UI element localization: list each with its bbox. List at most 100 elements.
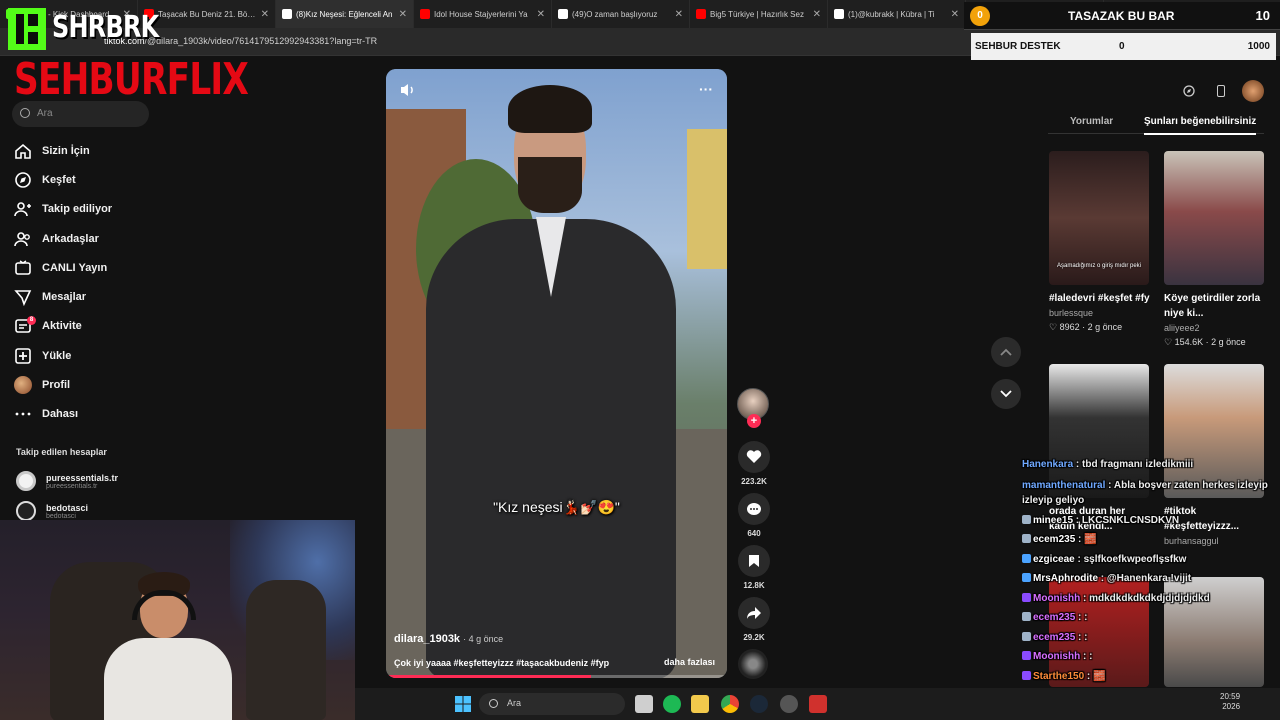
tab-favicon-icon — [420, 9, 430, 19]
windows-taskbar: Ara — [355, 688, 1280, 720]
chrome-icon[interactable] — [721, 695, 739, 713]
close-icon[interactable]: ✕ — [813, 9, 821, 20]
compass-icon[interactable] — [1178, 80, 1200, 102]
post-time: · 4 g önce — [463, 634, 504, 644]
share-button[interactable]: 29.2K — [737, 597, 771, 642]
browser-tab[interactable]: (1)@kubrakk | Kübra | Ti ✕ — [828, 0, 966, 28]
comment-button[interactable]: 640 — [737, 493, 771, 538]
profile-avatar — [14, 376, 32, 395]
music-disc-icon[interactable] — [738, 649, 768, 679]
sidebar-item[interactable]: Keşfet — [14, 165, 112, 194]
browser-tab[interactable]: (49)O zaman başlıyoruz ✕ — [552, 0, 690, 28]
chat-username: Moonishh — [1033, 592, 1081, 604]
windows-start-icon[interactable] — [455, 696, 471, 712]
creator-avatar[interactable]: + — [737, 388, 769, 428]
video-progress-bar[interactable] — [386, 675, 727, 678]
sidebar-item[interactable]: Sizin İçin — [14, 136, 112, 165]
browser-tab[interactable]: Taşacak Bu Deniz 21. Bölüm ✕ — [138, 0, 276, 28]
compass-icon — [14, 171, 32, 189]
search-icon — [20, 108, 30, 118]
avatar — [16, 501, 36, 521]
chat-username: ecem235 — [1033, 631, 1076, 643]
app-icon[interactable] — [780, 695, 798, 713]
friends-icon — [14, 230, 32, 248]
sidebar-item-label: Mesajlar — [42, 291, 87, 304]
browser-tab[interactable]: Big5 Türkiye | Hazırlık Sez ✕ — [690, 0, 828, 28]
tab-suggested[interactable]: Şunları beğenebilirsiniz — [1144, 116, 1257, 135]
action-rail: + 223.2K 640 12.8K 29.2K — [737, 388, 771, 679]
next-video-button[interactable] — [991, 379, 1021, 409]
chat-text: 🧱 — [1093, 670, 1106, 682]
chat-username: mamanthenatural — [1022, 479, 1106, 491]
search-input[interactable]: Ara — [12, 101, 149, 127]
taskbar-search[interactable]: Ara — [479, 693, 625, 715]
sidebar-item[interactable]: Arkadaşlar — [14, 224, 112, 253]
suggested-video-card[interactable]: Köye getirdiler zorla niye ki... aliiyee… — [1164, 151, 1266, 348]
sidebar-item[interactable]: Dahası — [14, 400, 112, 429]
sidebar-item[interactable]: 8 Aktivite — [14, 312, 112, 341]
sidebar-item[interactable]: Mesajlar — [14, 282, 112, 311]
card-likes: 154.6K — [1174, 337, 1204, 347]
chat-badge-icon — [1022, 651, 1031, 660]
sidebar-item-label: Profil — [42, 379, 71, 392]
chat-message: ezgiceae : sşlfkoefkwpeoflşsfkw — [1022, 550, 1280, 570]
task-view-icon[interactable] — [635, 695, 653, 713]
save-button[interactable]: 12.8K — [737, 545, 771, 590]
following-account[interactable]: bedotasci bedotasci — [16, 501, 88, 521]
tab-comments[interactable]: Yorumlar — [1070, 116, 1113, 127]
sidebar-item[interactable]: CANLI Yayın — [14, 253, 112, 282]
comment-count: 640 — [747, 529, 761, 538]
steam-icon[interactable] — [750, 695, 768, 713]
close-icon[interactable]: ✕ — [261, 9, 269, 20]
card-author: burlessque — [1049, 308, 1094, 318]
progress-fill — [386, 675, 591, 678]
sidebar-item-label: Aktivite — [42, 320, 82, 333]
goal-title: TASAZAK BU BAR — [1068, 9, 1175, 23]
sidebar-item[interactable]: Takip ediliyor — [14, 195, 112, 224]
sidebar-item-label: Sizin İçin — [42, 144, 90, 157]
browser-tab[interactable]: (8)Kız Neşesi: Eğlenceli An ✕ — [276, 0, 414, 28]
previous-video-button[interactable] — [991, 337, 1021, 367]
volume-icon[interactable] — [400, 83, 416, 102]
sidebar-item[interactable]: Profil — [14, 370, 112, 399]
spotify-icon[interactable] — [663, 695, 681, 713]
more-link[interactable]: daha fazlası — [664, 657, 715, 667]
phone-icon[interactable] — [1210, 80, 1232, 102]
author-name: dilara_1903k — [394, 633, 461, 645]
close-icon[interactable]: ✕ — [951, 9, 959, 20]
user-avatar[interactable] — [1242, 80, 1264, 102]
app-icon[interactable] — [809, 695, 827, 713]
chat-text: : — [1089, 651, 1093, 662]
following-account[interactable]: pureessentials.tr pureessentials.tr — [16, 471, 118, 491]
account-handle: bedotasci — [46, 512, 76, 520]
chat-text: LKCSNKLCNSDKVN — [1081, 514, 1180, 526]
following-title: Takip edilen hesaplar — [16, 447, 107, 457]
card-ago: 2 g önce — [1087, 322, 1123, 332]
chat-message: ecem235 : : — [1022, 608, 1280, 628]
follow-plus-icon[interactable]: + — [747, 414, 761, 428]
video-player[interactable]: ··· "Kız neşesi💃🏻💅🏻😍" dilara_1903k · 4 g… — [386, 69, 727, 678]
browser-tab[interactable]: Idol House Stajyerlerini Ya ✕ — [414, 0, 552, 28]
file-explorer-icon[interactable] — [691, 695, 709, 713]
chat-text: 🧱 — [1084, 534, 1097, 545]
support-target: 1000 — [1247, 41, 1270, 52]
sidebar-item[interactable]: Yükle — [14, 341, 112, 370]
chat-badge-icon — [1022, 534, 1031, 543]
chat-badge-icon — [1022, 670, 1031, 680]
following-icon — [14, 200, 32, 218]
tab-favicon-icon — [558, 9, 568, 19]
like-button[interactable]: 223.2K — [737, 441, 771, 486]
close-icon[interactable]: ✕ — [399, 9, 407, 20]
tab-title: (1)@kubrakk | Kübra | Ti — [848, 9, 935, 19]
close-icon[interactable]: ✕ — [537, 9, 545, 20]
video-author[interactable]: dilara_1903k · 4 g önce — [394, 633, 503, 645]
chat-text: : — [1084, 631, 1088, 643]
more-options-icon[interactable]: ··· — [699, 81, 713, 97]
top-right-icons — [1178, 80, 1264, 102]
suggested-video-card[interactable]: Aşamadığımız o giriş mıdır peki #laledev… — [1049, 151, 1151, 333]
channel-logo-text: SHRBRK — [52, 10, 159, 45]
close-icon[interactable]: ✕ — [675, 9, 683, 20]
save-count: 12.8K — [743, 581, 765, 590]
chat-username: ecem235 — [1033, 534, 1076, 545]
account-handle: pureessentials.tr — [46, 482, 98, 490]
